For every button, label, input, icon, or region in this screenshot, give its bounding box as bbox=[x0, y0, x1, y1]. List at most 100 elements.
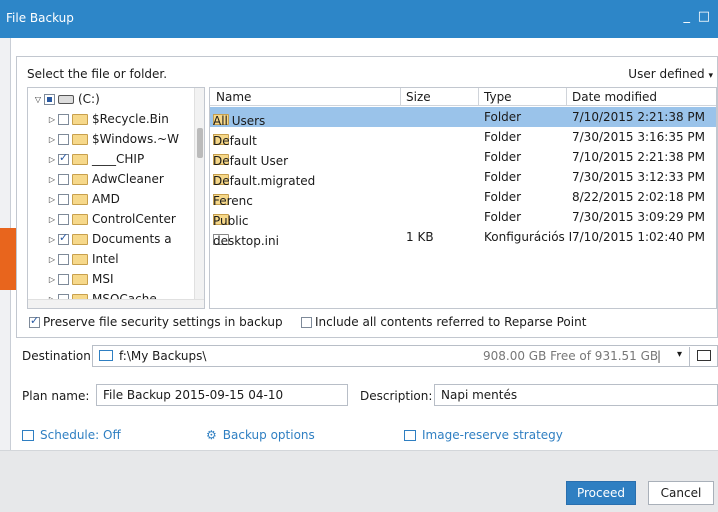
preserve-security-option[interactable]: Preserve file security settings in backu… bbox=[29, 314, 283, 329]
file-name: Default User bbox=[213, 154, 289, 168]
tree-item[interactable]: ▷ AMD bbox=[46, 189, 120, 209]
tree-item-checkbox[interactable] bbox=[58, 133, 69, 145]
proceed-button[interactable]: Proceed bbox=[566, 481, 636, 505]
file-type: Folder bbox=[484, 150, 522, 164]
file-name: desktop.ini bbox=[213, 234, 279, 248]
reparse-point-label: Include all contents referred to Reparse… bbox=[315, 315, 587, 329]
file-type: Folder bbox=[484, 210, 522, 224]
column-size[interactable]: Size bbox=[406, 90, 431, 104]
destination-field[interactable]: f:\My Backups\ 908.00 GB Free of 931.51 … bbox=[92, 345, 718, 367]
file-date: 7/10/2015 2:21:38 PM bbox=[572, 150, 706, 164]
schedule-label: Schedule: Off bbox=[40, 428, 121, 442]
maximize-icon[interactable]: □ bbox=[698, 9, 710, 24]
folder-tree[interactable]: ▽ (C:) ▷ $Recycle.Bin ▷ $Windows.~W ▷ ____CHI… bbox=[27, 87, 205, 309]
window-title: File Backup bbox=[6, 11, 74, 25]
tree-item[interactable]: ▷ $Windows.~W bbox=[46, 129, 179, 149]
folder-icon bbox=[72, 213, 88, 225]
column-date-modified[interactable]: Date modified bbox=[572, 90, 657, 104]
destination-label: Destination: bbox=[22, 349, 95, 363]
file-date: 7/30/2015 3:12:33 PM bbox=[572, 170, 706, 184]
tree-item[interactable]: ▷ Intel bbox=[46, 249, 119, 269]
expand-icon[interactable]: ▷ bbox=[46, 175, 58, 184]
scroll-thumb[interactable] bbox=[197, 128, 203, 158]
file-date: 8/22/2015 2:02:18 PM bbox=[572, 190, 706, 204]
tree-item-checkbox[interactable] bbox=[58, 253, 69, 265]
calendar-icon bbox=[22, 429, 34, 441]
column-name[interactable]: Name bbox=[216, 90, 251, 104]
reparse-point-option[interactable]: Include all contents referred to Reparse… bbox=[301, 315, 586, 329]
file-name: Default.migrated bbox=[213, 174, 316, 188]
drive-icon bbox=[58, 94, 74, 104]
file-row[interactable]: Default User Folder 7/10/2015 2:21:38 PM bbox=[210, 147, 716, 168]
folder-icon bbox=[72, 193, 88, 205]
file-type: Folder bbox=[484, 130, 522, 144]
file-row[interactable]: Default.migrated Folder 7/30/2015 3:12:33 … bbox=[210, 167, 716, 188]
file-name: All Users bbox=[213, 114, 266, 128]
view-mode-dropdown[interactable]: User defined ▾ bbox=[628, 67, 713, 81]
expand-icon[interactable]: ▷ bbox=[46, 235, 58, 244]
file-name: Public bbox=[213, 214, 249, 228]
minimize-icon[interactable]: _ bbox=[684, 9, 691, 24]
file-list-header: Name Size Type Date modified bbox=[210, 88, 716, 106]
preserve-security-checkbox[interactable] bbox=[29, 314, 40, 328]
tree-item-checkbox[interactable] bbox=[58, 231, 69, 245]
tree-item-label: Intel bbox=[92, 252, 119, 266]
destination-dropdown-icon[interactable]: ▾ bbox=[677, 349, 682, 360]
expand-icon[interactable]: ▷ bbox=[46, 215, 58, 224]
tree-item-checkbox[interactable] bbox=[58, 113, 69, 125]
preserve-security-label: Preserve file security settings in backu… bbox=[43, 315, 283, 329]
file-list: Name Size Type Date modified All Users Fo… bbox=[209, 87, 717, 309]
image-reserve-label: Image-reserve strategy bbox=[422, 428, 563, 442]
plan-name-label: Plan name: bbox=[22, 389, 90, 403]
plan-name-input[interactable]: File Backup 2015-09-15 04-10 bbox=[96, 384, 348, 406]
tree-item-checkbox[interactable] bbox=[58, 173, 69, 185]
cancel-button[interactable]: Cancel bbox=[648, 481, 714, 505]
expand-icon[interactable]: ▷ bbox=[46, 115, 58, 124]
backup-options-link[interactable]: ⚙ Backup options bbox=[206, 428, 315, 442]
folder-icon bbox=[72, 133, 88, 145]
tree-item-label: $Windows.~W bbox=[92, 132, 179, 146]
tree-item-label: ControlCenter bbox=[92, 212, 176, 226]
tree-item-checkbox[interactable] bbox=[58, 151, 69, 165]
column-type[interactable]: Type bbox=[484, 90, 512, 104]
tree-item-checkbox[interactable] bbox=[58, 193, 69, 205]
reparse-point-checkbox[interactable] bbox=[301, 316, 312, 328]
image-icon bbox=[404, 429, 416, 441]
tree-root[interactable]: ▽ (C:) bbox=[32, 89, 100, 109]
folder-icon bbox=[72, 273, 88, 285]
folder-icon bbox=[72, 173, 88, 185]
tree-item-label: ____CHIP bbox=[92, 152, 145, 166]
file-row[interactable]: All Users Folder 7/10/2015 2:21:38 PM bbox=[210, 107, 716, 128]
separator: | bbox=[657, 349, 662, 363]
file-row[interactable]: Ferenc Folder 8/22/2015 2:02:18 PM bbox=[210, 187, 716, 208]
tree-item[interactable]: ▷ AdwCleaner bbox=[46, 169, 164, 189]
file-name: Default bbox=[213, 134, 257, 148]
description-input[interactable]: Napi mentés bbox=[434, 384, 718, 406]
tree-horizontal-scrollbar[interactable] bbox=[28, 299, 204, 308]
tree-item[interactable]: ▷ ControlCenter bbox=[46, 209, 176, 229]
file-row[interactable]: desktop.ini 1 KB Konfigurációs I 7/10/2015 … bbox=[210, 227, 716, 248]
tree-root-checkbox[interactable] bbox=[44, 93, 55, 105]
collapse-icon[interactable]: ▽ bbox=[32, 95, 44, 104]
expand-icon[interactable]: ▷ bbox=[46, 195, 58, 204]
tree-item[interactable]: ▷ ____CHIP bbox=[46, 149, 144, 169]
tree-item-checkbox[interactable] bbox=[58, 273, 69, 285]
file-row[interactable]: Public Folder 7/30/2015 3:09:29 PM bbox=[210, 207, 716, 228]
expand-icon[interactable]: ▷ bbox=[46, 155, 58, 164]
schedule-link[interactable]: Schedule: Off bbox=[22, 428, 121, 442]
browse-folder-icon[interactable] bbox=[697, 350, 711, 361]
file-name: Ferenc bbox=[213, 194, 253, 208]
image-reserve-link[interactable]: Image-reserve strategy bbox=[404, 428, 563, 442]
expand-icon[interactable]: ▷ bbox=[46, 135, 58, 144]
tree-item-label: $Recycle.Bin bbox=[92, 112, 169, 126]
expand-icon[interactable]: ▷ bbox=[46, 275, 58, 284]
folder-icon bbox=[72, 113, 88, 125]
tree-item[interactable]: ▷ Documents a bbox=[46, 229, 172, 249]
tree-item[interactable]: ▷ MSI bbox=[46, 269, 114, 289]
expand-icon[interactable]: ▷ bbox=[46, 255, 58, 264]
file-type: Konfigurációs I bbox=[484, 230, 573, 244]
file-row[interactable]: Default Folder 7/30/2015 3:16:35 PM bbox=[210, 127, 716, 148]
tree-item[interactable]: ▷ $Recycle.Bin bbox=[46, 109, 169, 129]
tree-item-checkbox[interactable] bbox=[58, 213, 69, 225]
tree-vertical-scrollbar[interactable] bbox=[194, 88, 204, 308]
